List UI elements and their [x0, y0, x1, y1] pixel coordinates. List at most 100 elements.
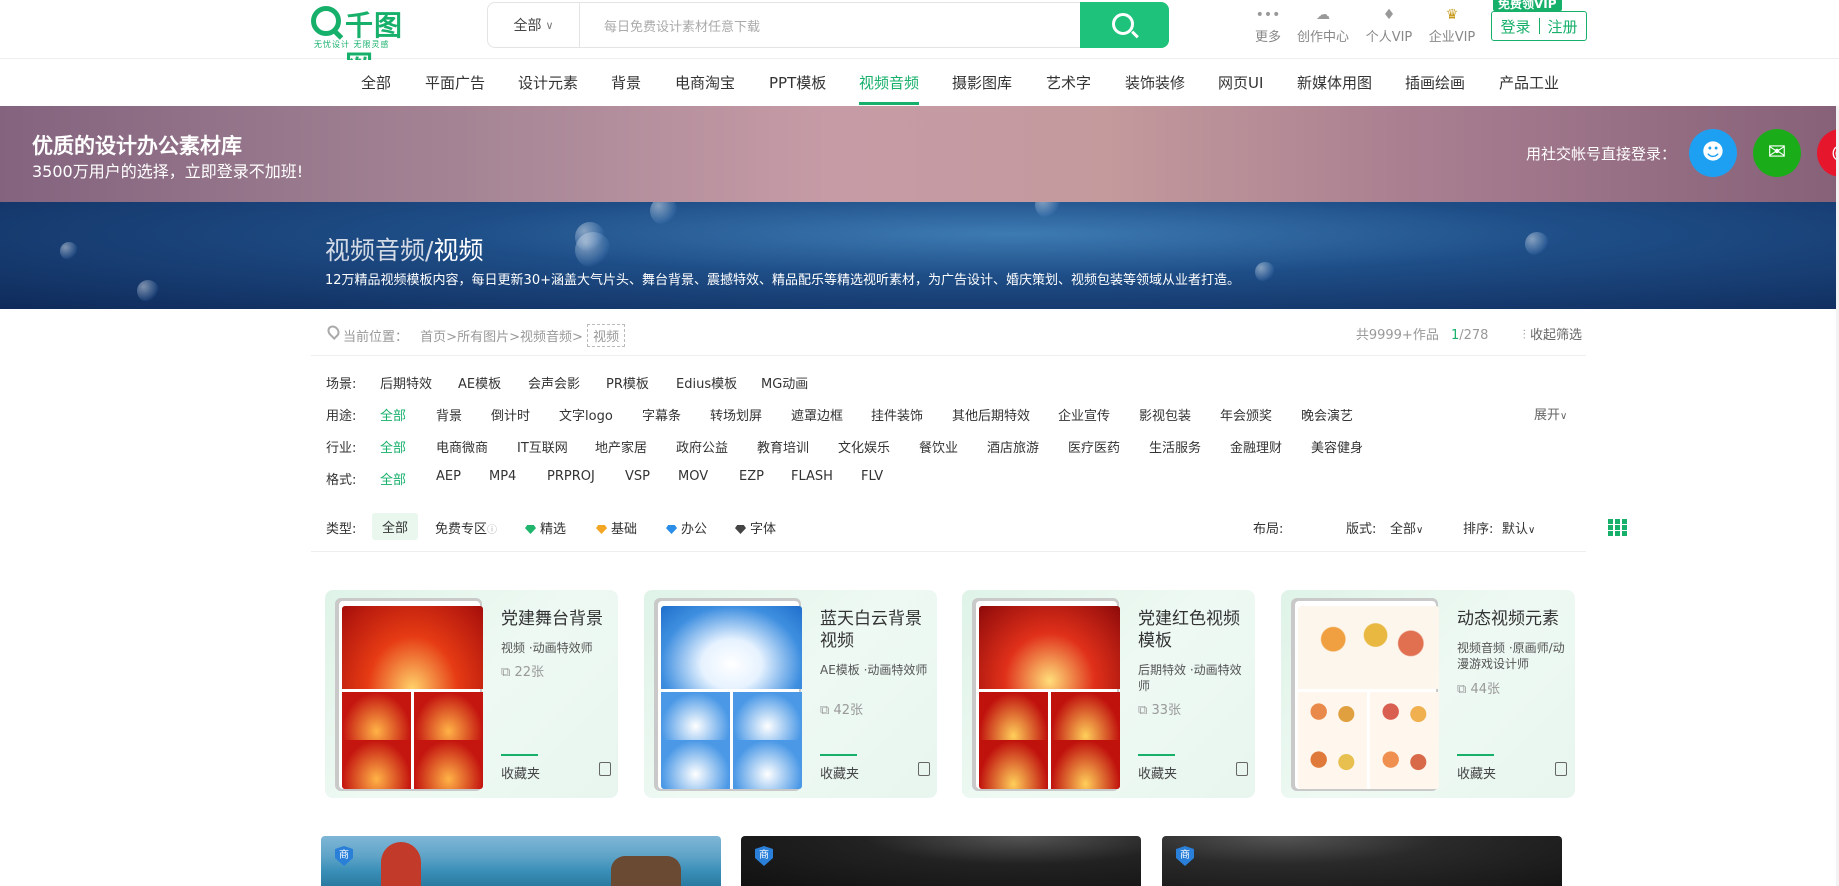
- filter-option[interactable]: EZP: [739, 469, 764, 484]
- hero-title-parent[interactable]: 视频音频/: [325, 236, 433, 265]
- version-select[interactable]: 全部∨: [1390, 518, 1423, 537]
- filter-option[interactable]: MG动画: [761, 373, 808, 392]
- register-button[interactable]: 注册: [1548, 16, 1578, 37]
- category-ppt[interactable]: PPT模板: [769, 72, 826, 93]
- qq-login-button[interactable]: ☻: [1689, 129, 1737, 177]
- filter-option[interactable]: 电商微商: [436, 437, 488, 456]
- filter-option[interactable]: 医疗医药: [1068, 437, 1120, 456]
- chevron-down-icon: ∨: [545, 18, 554, 32]
- breadcrumb-all-images[interactable]: 所有图片: [457, 330, 509, 345]
- filter-option[interactable]: PR模板: [606, 373, 649, 392]
- filter-option[interactable]: PRPROJ: [547, 469, 595, 484]
- category-illustration[interactable]: 插画绘画: [1405, 72, 1465, 93]
- filter-option[interactable]: 地产家居: [595, 437, 647, 456]
- category-web-ui[interactable]: 网页UI: [1218, 72, 1263, 93]
- type-free-button[interactable]: 免费专区ⓘ: [435, 518, 497, 537]
- nav-enterprise-vip[interactable]: ♛ 企业VIP: [1420, 6, 1484, 46]
- collection-card[interactable]: 蓝天白云背景视频 AE模板 ·动画特效师 ⧉ 42张 收藏夹: [644, 590, 937, 798]
- login-button[interactable]: 登录: [1500, 16, 1530, 37]
- type-font-button[interactable]: 字体: [735, 518, 776, 537]
- category-photography[interactable]: 摄影图库: [952, 72, 1012, 93]
- collection-card[interactable]: 动态视频元素 视频音频 ·原画师/动漫游戏设计师 ⧉ 44张 收藏夹: [1281, 590, 1575, 798]
- search-button[interactable]: [1080, 2, 1169, 48]
- filter-option[interactable]: 影视包装: [1139, 405, 1191, 424]
- nav-personal-vip[interactable]: ♦ 个人VIP: [1357, 6, 1421, 46]
- filter-option[interactable]: AE模板: [458, 373, 501, 392]
- card-title[interactable]: 蓝天白云背景视频: [820, 608, 932, 652]
- filter-option[interactable]: 晚会演艺: [1301, 405, 1353, 424]
- filter-option-selected[interactable]: 全部: [380, 437, 406, 456]
- filter-option[interactable]: FLASH: [791, 469, 833, 484]
- filter-option[interactable]: 后期特效: [380, 373, 432, 392]
- filter-option[interactable]: 其他后期特效: [952, 405, 1030, 424]
- grid-layout-icon[interactable]: [1608, 519, 1627, 536]
- filter-option[interactable]: 生活服务: [1149, 437, 1201, 456]
- search-scope-select[interactable]: 全部 ∨: [488, 3, 580, 47]
- card-count-value: 42张: [833, 703, 863, 718]
- filter-option[interactable]: Edius模板: [676, 373, 737, 392]
- sort-select[interactable]: 默认∨: [1502, 518, 1535, 537]
- filter-option[interactable]: 年会颁奖: [1220, 405, 1272, 424]
- collection-icon[interactable]: [599, 762, 611, 776]
- card-title[interactable]: 党建舞台背景: [501, 608, 613, 630]
- filter-option[interactable]: 遮罩边框: [791, 405, 843, 424]
- breadcrumb-video-audio[interactable]: 视频音频: [520, 330, 572, 345]
- filter-option[interactable]: 背景: [436, 405, 462, 424]
- filter-option[interactable]: MOV: [678, 469, 708, 484]
- category-video-audio[interactable]: 视频音频: [859, 72, 920, 105]
- filter-option[interactable]: 转场划屏: [710, 405, 762, 424]
- logo-slogan: 无忧设计 无限灵感: [314, 40, 390, 49]
- collection-icon[interactable]: [1236, 762, 1248, 776]
- filter-option[interactable]: FLV: [861, 469, 883, 484]
- filter-option[interactable]: MP4: [489, 469, 516, 484]
- collection-icon[interactable]: [918, 762, 930, 776]
- filter-option-selected[interactable]: 全部: [380, 405, 406, 424]
- wechat-login-button[interactable]: ✉: [1753, 129, 1801, 177]
- video-thumbnail[interactable]: 商: [741, 836, 1141, 886]
- filter-option[interactable]: VSP: [625, 469, 650, 484]
- filter-option[interactable]: 倒计时: [491, 405, 530, 424]
- breadcrumb-home[interactable]: 首页: [420, 330, 446, 345]
- filter-option[interactable]: 企业宣传: [1058, 405, 1110, 424]
- filter-option[interactable]: 酒店旅游: [987, 437, 1039, 456]
- category-print-ads[interactable]: 平面广告: [425, 72, 485, 93]
- site-logo[interactable]: 千图网 无忧设计 无限灵感: [311, 4, 429, 82]
- filter-option[interactable]: 教育培训: [757, 437, 809, 456]
- category-art-text[interactable]: 艺术字: [1046, 72, 1091, 93]
- expand-filters-button[interactable]: 展开∨: [1534, 404, 1567, 423]
- category-industrial[interactable]: 产品工业: [1499, 72, 1559, 93]
- category-backgrounds[interactable]: 背景: [611, 72, 641, 93]
- category-ecommerce[interactable]: 电商淘宝: [675, 72, 735, 93]
- type-featured-button[interactable]: 精选: [525, 518, 566, 537]
- filter-option[interactable]: 字幕条: [642, 405, 681, 424]
- card-title[interactable]: 动态视频元素: [1457, 608, 1569, 630]
- filter-option[interactable]: 政府公益: [676, 437, 728, 456]
- collapse-filters-button[interactable]: 收起筛选: [1530, 328, 1582, 343]
- type-office-button[interactable]: 办公: [666, 518, 707, 537]
- filter-option[interactable]: AEP: [436, 469, 461, 484]
- category-design-elements[interactable]: 设计元素: [518, 72, 578, 93]
- filter-option[interactable]: 会声会影: [528, 373, 580, 392]
- filter-option[interactable]: IT互联网: [517, 437, 568, 456]
- type-basic-button[interactable]: 基础: [596, 518, 637, 537]
- video-thumbnail[interactable]: 商: [321, 836, 721, 886]
- free-vip-badge[interactable]: 免费领VIP: [1493, 0, 1562, 11]
- search-input[interactable]: 每日免费设计素材任意下载: [604, 16, 760, 35]
- category-new-media[interactable]: 新媒体用图: [1297, 72, 1372, 93]
- filter-option[interactable]: 美容健身: [1311, 437, 1363, 456]
- collection-icon[interactable]: [1555, 762, 1567, 776]
- type-all-button[interactable]: 全部: [372, 513, 419, 540]
- filter-option[interactable]: 金融理财: [1230, 437, 1282, 456]
- collection-card[interactable]: 党建舞台背景 视频 ·动画特效师 ⧉ 22张 收藏夹: [325, 590, 618, 798]
- nav-creator-center[interactable]: ☁ 创作中心: [1291, 6, 1355, 46]
- category-decoration[interactable]: 装饰装修: [1125, 72, 1185, 93]
- filter-option[interactable]: 文字logo: [559, 405, 613, 424]
- card-title[interactable]: 党建红色视频模板: [1138, 608, 1250, 652]
- filter-option[interactable]: 文化娱乐: [838, 437, 890, 456]
- video-thumbnail[interactable]: 商: [1162, 836, 1562, 886]
- filter-option[interactable]: 餐饮业: [919, 437, 958, 456]
- category-all[interactable]: 全部: [361, 72, 391, 93]
- filter-option-selected[interactable]: 全部: [380, 469, 406, 488]
- collection-card[interactable]: 党建红色视频模板 后期特效 ·动画特效师 ⧉ 33张 收藏夹: [962, 590, 1255, 798]
- filter-option[interactable]: 挂件装饰: [871, 405, 923, 424]
